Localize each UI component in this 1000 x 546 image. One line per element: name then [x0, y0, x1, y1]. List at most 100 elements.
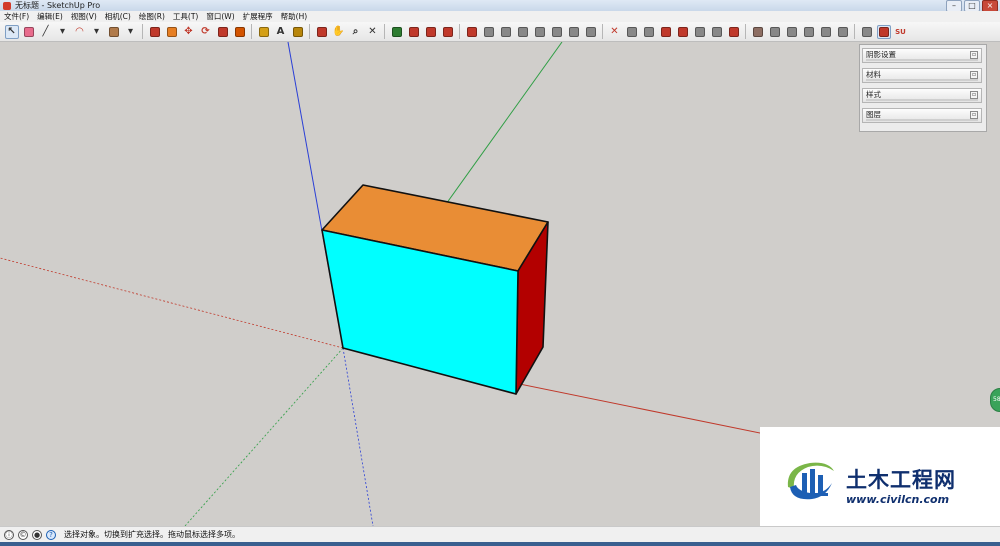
front-view-button[interactable]	[499, 25, 513, 39]
smoove-tool-button[interactable]	[642, 25, 656, 39]
su-logo-icon: SU	[895, 27, 906, 36]
line-dropdown-button[interactable]: ▾	[56, 25, 70, 39]
follow-me-tool-icon	[166, 26, 177, 37]
left-view-button[interactable]	[550, 25, 564, 39]
text-tool-button[interactable]: A	[274, 25, 288, 39]
menu-view[interactable]: 视图(V)	[67, 11, 101, 22]
su-logo-button[interactable]: SU	[894, 25, 908, 39]
stamp-tool-button[interactable]	[659, 25, 673, 39]
tray-panel-shadows[interactable]: 阴影设置 ▫	[862, 48, 982, 63]
menu-extensions[interactable]: 扩展程序	[239, 11, 277, 22]
trim-button[interactable]	[819, 25, 833, 39]
tape-measure-tool-button[interactable]	[257, 25, 271, 39]
offset-tool-button[interactable]	[233, 25, 247, 39]
site-watermark: 土木工程网 www.civilcn.com	[760, 427, 1000, 526]
shape-dropdown-button[interactable]: ▾	[124, 25, 138, 39]
line-tool-button[interactable]: ╱	[39, 25, 53, 39]
solid-tools-button[interactable]	[727, 25, 741, 39]
paint-bucket-tool-button[interactable]	[291, 25, 305, 39]
stamp-tool-icon	[660, 26, 671, 37]
left-view-icon	[551, 26, 562, 37]
user-icon[interactable]: ●	[32, 530, 42, 540]
menu-draw[interactable]: 绘图(R)	[135, 11, 169, 22]
arc-dropdown-icon: ▾	[93, 25, 100, 37]
extension-warehouse-button[interactable]	[407, 25, 421, 39]
pin-icon[interactable]: ▫	[970, 71, 978, 79]
civilcn-logo-icon	[787, 462, 834, 500]
back-view-button[interactable]	[533, 25, 547, 39]
zoom-tool-button[interactable]: ⌕	[349, 25, 363, 39]
geolocation-icon[interactable]: ⓘ	[4, 530, 14, 540]
section-plane-icon	[861, 26, 872, 37]
tray-panel-materials[interactable]: 材料 ▫	[862, 68, 982, 83]
sandbox-from-scratch-button[interactable]	[625, 25, 639, 39]
flip-edge-tool-button[interactable]	[710, 25, 724, 39]
sandbox-from-contours-button[interactable]: ✕	[608, 25, 622, 39]
pan-tool-button[interactable]: ✋	[332, 25, 346, 39]
eraser-tool-icon	[23, 26, 34, 37]
floating-widget-badge[interactable]: 58	[990, 388, 1000, 412]
orbit-tool-button[interactable]	[315, 25, 329, 39]
menu-help[interactable]: 帮助(H)	[277, 11, 312, 22]
intersect-icon	[769, 26, 780, 37]
toolbar-separator	[854, 24, 855, 39]
add-detail-tool-button[interactable]	[693, 25, 707, 39]
outer-shell-button[interactable]	[751, 25, 765, 39]
scale-tool-button[interactable]	[216, 25, 230, 39]
pin-icon[interactable]: ▫	[970, 51, 978, 59]
intersect-button[interactable]	[768, 25, 782, 39]
blue-axis-negative	[342, 347, 374, 526]
line-tool-icon: ╱	[42, 25, 49, 37]
top-view-button[interactable]	[482, 25, 496, 39]
tray-panel-layers[interactable]: 图层 ▫	[862, 108, 982, 123]
layout-send-button[interactable]	[441, 25, 455, 39]
xray-style-button[interactable]	[567, 25, 581, 39]
tray-panel-styles[interactable]: 样式 ▫	[862, 88, 982, 103]
layout-send-icon	[442, 26, 453, 37]
subtract-button[interactable]	[802, 25, 816, 39]
shape-dropdown-icon: ▾	[127, 25, 134, 37]
menu-camera[interactable]: 相机(C)	[101, 11, 135, 22]
right-view-button[interactable]	[516, 25, 530, 39]
help-icon[interactable]: ?	[46, 530, 56, 540]
status-message: 选择对象。切换到扩充选择。拖动鼠标选择多项。	[64, 530, 240, 539]
pin-icon[interactable]: ▫	[970, 111, 978, 119]
wireframe-style-button[interactable]	[584, 25, 598, 39]
trim-icon	[820, 26, 831, 37]
follow-me-tool-button[interactable]	[165, 25, 179, 39]
toolbar-separator	[459, 24, 460, 39]
extension-warehouse-icon	[408, 26, 419, 37]
drape-tool-button[interactable]	[676, 25, 690, 39]
credits-icon[interactable]: ©	[18, 530, 28, 540]
top-view-icon	[483, 26, 494, 37]
split-button[interactable]	[836, 25, 850, 39]
arc-tool-button[interactable]: ◠	[73, 25, 87, 39]
menu-window[interactable]: 窗口(W)	[202, 11, 238, 22]
display-section-button[interactable]	[876, 24, 891, 39]
arc-dropdown-button[interactable]: ▾	[90, 25, 104, 39]
menu-edit[interactable]: 编辑(E)	[33, 11, 67, 22]
share-model-button[interactable]	[424, 25, 438, 39]
os-taskbar	[0, 542, 1000, 546]
shape-tool-button[interactable]	[107, 25, 121, 39]
3d-warehouse-button[interactable]	[390, 25, 404, 39]
rotate-tool-button[interactable]: ⟳	[199, 25, 213, 39]
iso-view-button[interactable]	[465, 25, 479, 39]
right-view-icon	[517, 26, 528, 37]
move-tool-button[interactable]: ✥	[182, 25, 196, 39]
select-tool-button[interactable]: ↖	[4, 24, 19, 39]
sandbox-from-scratch-icon	[626, 26, 637, 37]
push-pull-tool-button[interactable]	[148, 25, 162, 39]
menu-file[interactable]: 文件(F)	[0, 11, 33, 22]
pin-icon[interactable]: ▫	[970, 91, 978, 99]
union-button[interactable]	[785, 25, 799, 39]
zoom-extents-tool-button[interactable]: ✕	[366, 25, 380, 39]
toolbar-separator	[251, 24, 252, 39]
front-view-icon	[500, 26, 511, 37]
section-plane-button[interactable]	[860, 25, 874, 39]
pan-tool-icon: ✋	[332, 25, 345, 37]
green-axis-negative	[184, 347, 344, 526]
3d-warehouse-icon	[391, 26, 402, 37]
eraser-tool-button[interactable]	[22, 25, 36, 39]
menu-tools[interactable]: 工具(T)	[169, 11, 202, 22]
